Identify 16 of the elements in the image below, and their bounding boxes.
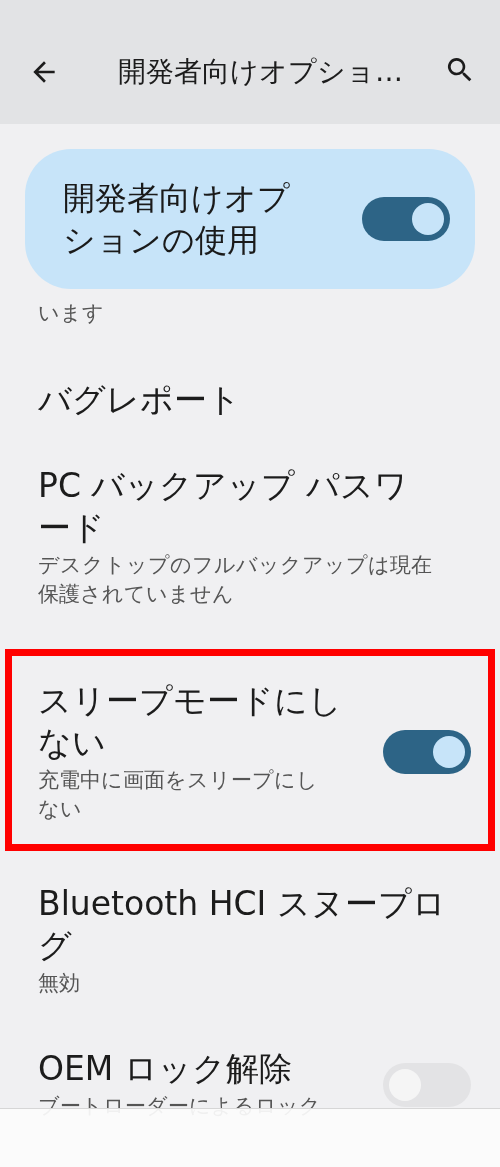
toggle-switch[interactable] (383, 730, 471, 774)
setting-summary: います (38, 300, 105, 327)
toggle-switch[interactable] (362, 197, 450, 241)
setting-title[interactable]: PC バックアップ パスワード (38, 465, 433, 549)
setting-title[interactable]: スリープモードにしない (38, 680, 363, 764)
main-switch-label: 開発者向けオプションの使用 (63, 178, 291, 261)
setting-title[interactable]: OEM ロック解除 (38, 1048, 363, 1090)
setting-title[interactable]: Bluetooth HCI スヌープログ (38, 883, 474, 967)
toggle-switch[interactable] (383, 1062, 471, 1107)
setting-summary: デスクトップのフルバックアップは現在保護されていません (38, 552, 433, 608)
setting-summary: 充電中に画面をスリープにしない (38, 767, 319, 823)
setting-summary: 無効 (38, 970, 81, 997)
setting-title[interactable]: バグレポート (38, 379, 474, 421)
highlight-frame[interactable]: スリープモードにしない 充電中に画面をスリープにしない (5, 649, 495, 851)
main-switch-card[interactable]: 開発者向けオプションの使用 (25, 149, 475, 289)
screen-title: 開発者向けオプショ… (118, 54, 404, 90)
